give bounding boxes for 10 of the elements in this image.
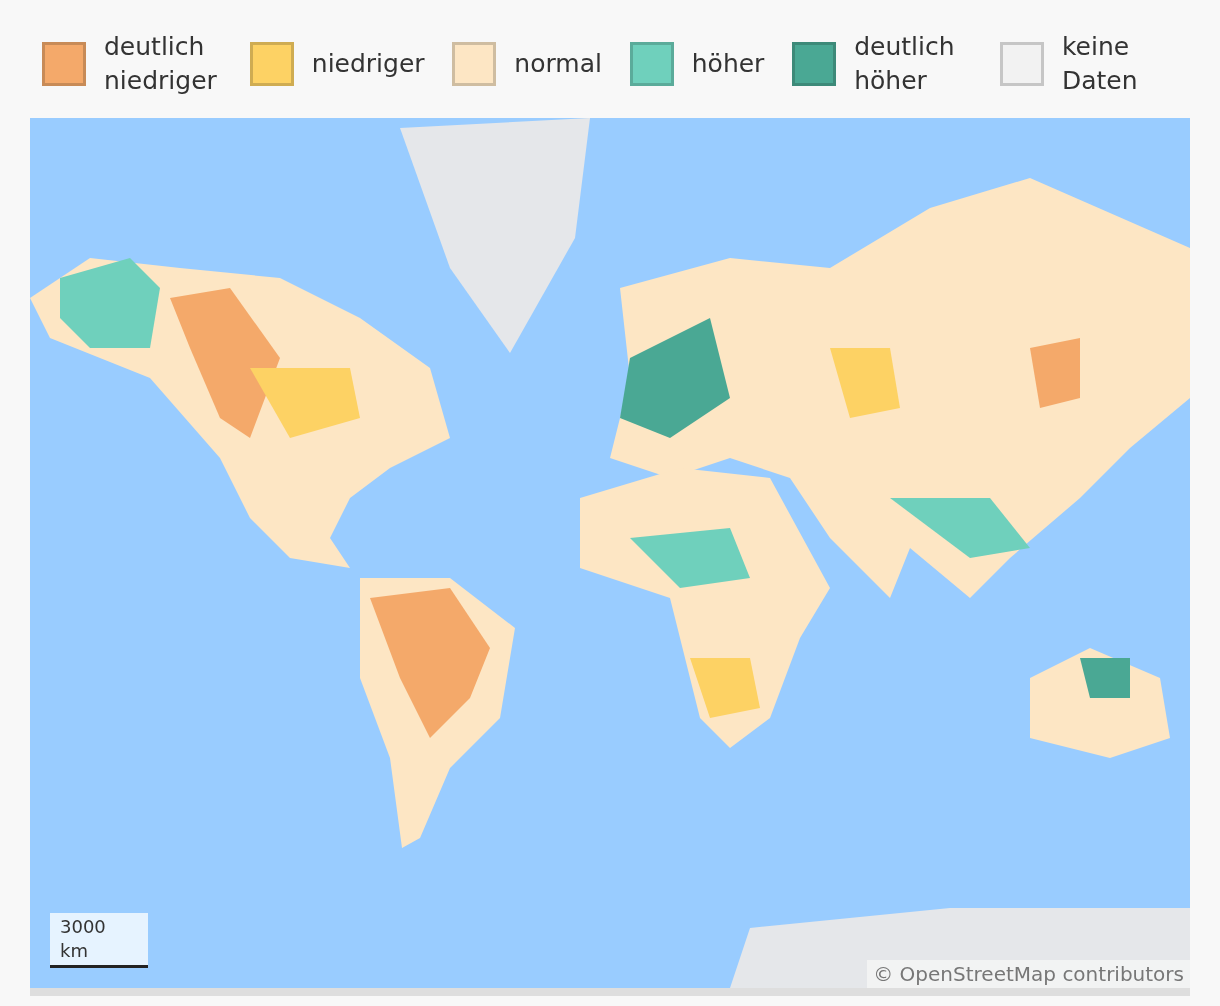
- legend-label: niedriger: [311, 48, 425, 80]
- legend-label: deutlich höher: [854, 31, 956, 97]
- scrollbar-track[interactable]: [30, 988, 1190, 996]
- legend-label: keine Daten: [1061, 31, 1139, 97]
- scale-bar: 3000 km: [50, 913, 148, 968]
- attribution-text: © OpenStreetMap contributors: [867, 960, 1190, 988]
- legend-label: höher: [691, 48, 765, 80]
- map-view[interactable]: 3000 km © OpenStreetMap contributors: [30, 118, 1190, 988]
- legend-label: normal: [514, 48, 602, 80]
- legend-label: deutlich niedriger: [104, 31, 218, 97]
